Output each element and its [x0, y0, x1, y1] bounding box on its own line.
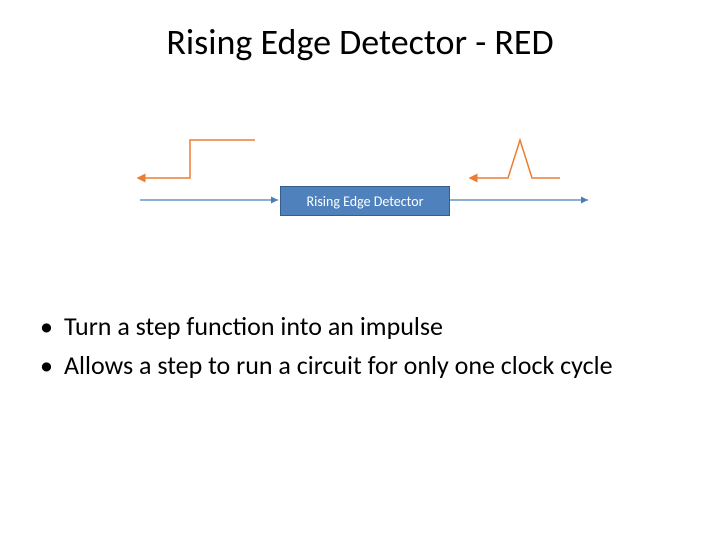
detector-block: Rising Edge Detector	[280, 186, 450, 216]
output-impulse-waveform	[470, 140, 560, 178]
bullet-dot-icon: •	[40, 349, 64, 382]
bullet-list: • Turn a step function into an impulse •…	[40, 310, 680, 387]
detector-block-label: Rising Edge Detector	[307, 193, 424, 210]
input-step-waveform	[138, 140, 255, 178]
bullet-dot-icon: •	[40, 310, 64, 343]
bullet-item: • Turn a step function into an impulse	[40, 310, 680, 343]
diagram: Rising Edge Detector	[120, 120, 600, 240]
slide-title: Rising Edge Detector - RED	[0, 20, 720, 64]
diagram-svg	[120, 120, 600, 240]
bullet-text: Turn a step function into an impulse	[64, 310, 443, 343]
bullet-item: • Allows a step to run a circuit for onl…	[40, 349, 680, 382]
bullet-text: Allows a step to run a circuit for only …	[64, 349, 613, 382]
